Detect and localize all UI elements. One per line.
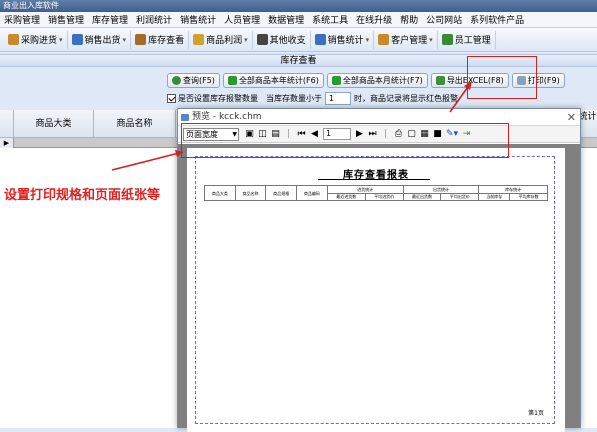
arrow-to-toolbar bbox=[111, 151, 184, 171]
arrow-head bbox=[175, 150, 183, 157]
annotation-arrows bbox=[111, 81, 472, 171]
arrow-to-print bbox=[449, 83, 471, 113]
arrow-head bbox=[464, 81, 472, 90]
